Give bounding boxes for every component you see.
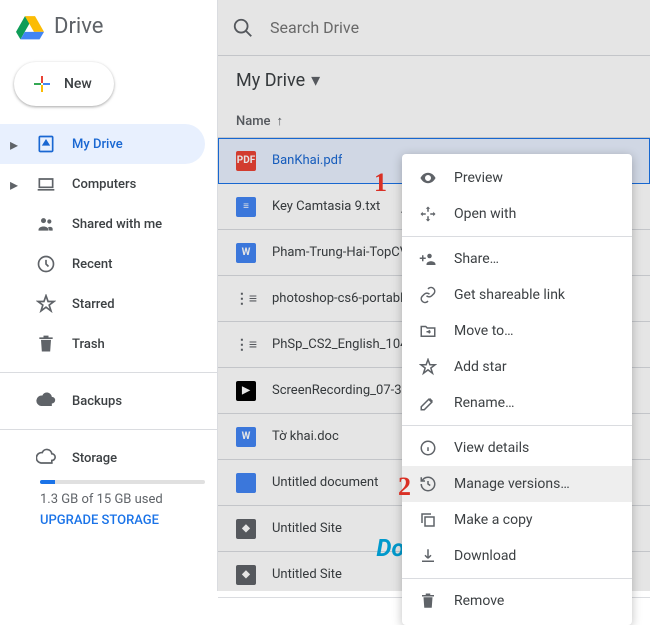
sidebar-item-label: Starred <box>72 297 115 312</box>
ctx-rename[interactable]: Rename… <box>402 385 632 421</box>
star-icon <box>34 294 58 314</box>
chevron-right-icon: ▸ <box>8 135 20 154</box>
info-icon <box>418 439 438 457</box>
open-with-icon <box>418 205 438 223</box>
storage-bar <box>40 480 205 484</box>
divider <box>402 578 632 579</box>
sidebar-item-computers[interactable]: ▸ Computers <box>0 164 205 204</box>
divider <box>402 425 632 426</box>
computers-icon <box>34 174 58 194</box>
pdf-file-icon: PDF <box>236 151 256 171</box>
folder-move-icon <box>418 322 438 340</box>
ctx-share[interactable]: Share… <box>402 241 632 277</box>
new-button[interactable]: New <box>14 62 114 106</box>
upgrade-storage-link[interactable]: UPGRADE STORAGE <box>40 513 205 528</box>
ctx-add-star[interactable]: Add star <box>402 349 632 385</box>
ctx-remove[interactable]: Remove <box>402 583 632 619</box>
sidebar-item-my-drive[interactable]: ▸ My Drive <box>0 124 205 164</box>
ctx-make-copy[interactable]: Make a copy <box>402 502 632 538</box>
new-button-label: New <box>64 76 92 92</box>
divider <box>0 372 217 373</box>
search-icon <box>232 17 254 39</box>
breadcrumb[interactable]: My Drive ▾ <box>218 56 650 105</box>
table-header[interactable]: Name ↑ <box>218 105 650 138</box>
doc-file-icon: W <box>236 243 256 263</box>
txt-file-icon: ≡ <box>236 197 256 217</box>
ctx-download[interactable]: Download <box>402 538 632 574</box>
file-name: Untitled document <box>272 475 378 490</box>
ctx-move-to[interactable]: Move to… <box>402 313 632 349</box>
search-input[interactable] <box>270 18 636 37</box>
sidebar-item-label: Trash <box>72 337 105 352</box>
shared-icon <box>34 214 58 234</box>
sidebar-item-label: Shared with me <box>72 217 162 232</box>
breadcrumb-current: My Drive <box>236 70 305 91</box>
file-name: BanKhai.pdf <box>272 153 342 168</box>
person-add-icon <box>418 250 438 268</box>
recent-icon <box>34 254 58 274</box>
sort-arrow-icon: ↑ <box>277 113 284 129</box>
file-name: Untitled Site <box>272 521 342 536</box>
rename-icon <box>418 394 438 412</box>
drive-logo-icon <box>16 12 44 40</box>
doc-file-icon: W <box>236 427 256 447</box>
sidebar-item-recent[interactable]: Recent <box>0 244 205 284</box>
sidebar-item-trash[interactable]: Trash <box>0 324 205 364</box>
blank-file-icon <box>236 473 256 493</box>
divider <box>402 236 632 237</box>
sidebar-item-label: Recent <box>72 257 112 272</box>
ctx-open-with[interactable]: Open with <box>402 196 632 232</box>
history-icon <box>418 475 438 493</box>
ctx-view-details[interactable]: View details <box>402 430 632 466</box>
site-file-icon: ◆ <box>236 565 256 585</box>
vid-file-icon: ▶ <box>236 381 256 401</box>
ctx-shareable-link[interactable]: Get shareable link <box>402 277 632 313</box>
trash-icon <box>34 334 58 354</box>
column-name: Name <box>236 114 271 129</box>
file-name: Untitled Site <box>272 567 342 582</box>
context-menu: Preview Open with Share… Get shareable l… <box>402 154 632 625</box>
exe-file-icon: ⋮≡ <box>236 289 256 309</box>
chevron-right-icon: ▸ <box>8 175 20 194</box>
copy-icon <box>418 511 438 529</box>
sidebar-item-label: Storage <box>72 451 117 466</box>
sidebar-item-shared[interactable]: Shared with me <box>0 204 205 244</box>
trash-icon <box>418 592 438 610</box>
star-add-icon <box>418 358 438 376</box>
annotation-2: 2 <box>398 472 411 502</box>
sidebar-item-label: Backups <box>72 394 122 409</box>
storage-text: 1.3 GB of 15 GB used <box>40 492 205 507</box>
eye-icon <box>418 169 438 187</box>
download-icon <box>418 547 438 565</box>
backups-icon <box>34 391 58 411</box>
link-icon <box>418 286 438 304</box>
plus-icon <box>30 72 54 96</box>
caret-down-icon: ▾ <box>311 70 320 91</box>
ctx-manage-versions[interactable]: Manage versions… <box>402 466 632 502</box>
storage-icon <box>34 448 58 468</box>
sidebar-item-backups[interactable]: Backups <box>0 381 205 421</box>
divider <box>0 429 217 430</box>
ctx-preview[interactable]: Preview <box>402 160 632 196</box>
sidebar-item-starred[interactable]: Starred <box>0 284 205 324</box>
sidebar-item-storage[interactable]: Storage <box>0 438 205 478</box>
site-file-icon: ◆ <box>236 519 256 539</box>
file-name: Key Camtasia 9.txt <box>272 199 380 214</box>
search-bar[interactable] <box>218 0 650 56</box>
my-drive-icon <box>34 134 58 154</box>
exe-file-icon: ⋮≡ <box>236 335 256 355</box>
sidebar-item-label: My Drive <box>72 137 123 152</box>
logo-row: Drive <box>0 0 217 52</box>
sidebar-item-label: Computers <box>72 177 136 192</box>
app-name: Drive <box>54 14 103 39</box>
annotation-1: 1 <box>374 168 387 198</box>
file-name: Tờ khai.doc <box>272 429 339 444</box>
